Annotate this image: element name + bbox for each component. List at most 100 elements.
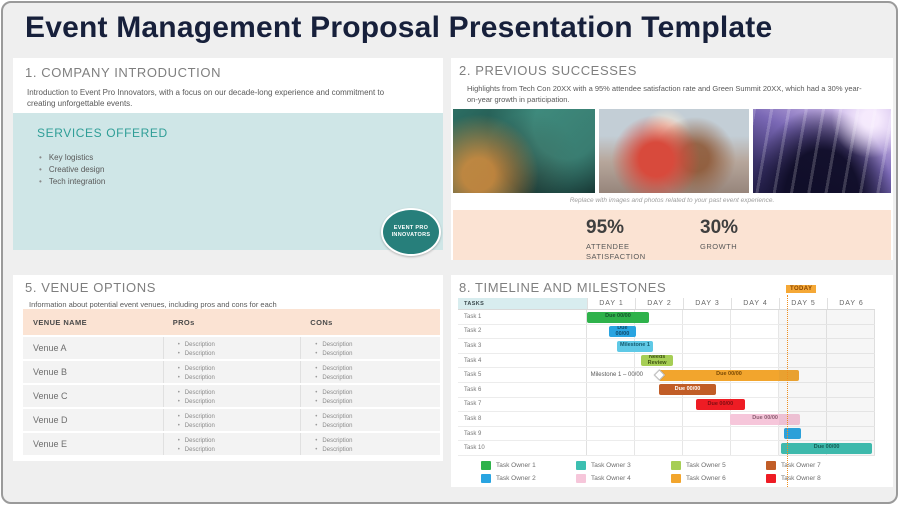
venue-cons-cell: DescriptionDescription bbox=[300, 361, 440, 383]
venue-col-header: CONs bbox=[300, 318, 440, 327]
venue-row: Venue ADescriptionDescriptionDescription… bbox=[23, 335, 440, 359]
venue-description: Description bbox=[315, 422, 440, 431]
legend-swatch-icon bbox=[576, 461, 586, 470]
gantt-task-label: Task 10 bbox=[458, 441, 587, 455]
gantt-row: Task 2Due 00/00 bbox=[458, 325, 875, 340]
gantt-day-headers: DAY 1DAY 2DAY 3DAY 4DAY 5DAY 6 bbox=[587, 298, 875, 309]
gantt-bar-area: Due 00/00 bbox=[587, 383, 875, 397]
venue-description: Description bbox=[178, 365, 301, 374]
venue-row: Venue EDescriptionDescriptionDescription… bbox=[23, 431, 440, 455]
company-logo-text: EVENT PRO INNOVATORS bbox=[390, 225, 432, 239]
venue-pros-cell: DescriptionDescription bbox=[163, 433, 301, 455]
venues-heading: 5. VENUE OPTIONS bbox=[25, 280, 156, 295]
venue-description: Description bbox=[315, 389, 440, 398]
venue-description: Description bbox=[315, 437, 440, 446]
legend-label: Task Owner 6 bbox=[686, 475, 726, 482]
venue-options-panel: 5. VENUE OPTIONS Information about poten… bbox=[13, 275, 443, 461]
services-offered-box: SERVICES OFFERED Key logistics Creative … bbox=[13, 113, 443, 250]
gantt-task-label: Task 6 bbox=[458, 383, 587, 397]
venue-description: Description bbox=[178, 350, 301, 359]
venue-description: Description bbox=[315, 341, 440, 350]
legend-item: Task Owner 8 bbox=[766, 472, 861, 485]
venue-row: Venue DDescriptionDescriptionDescription… bbox=[23, 407, 440, 431]
legend-swatch-icon bbox=[766, 461, 776, 470]
venue-description: Description bbox=[315, 365, 440, 374]
gantt-bar-area: Due 00/00 bbox=[587, 325, 875, 339]
photo-caption: Replace with images and photos related t… bbox=[451, 197, 893, 204]
venue-cons-cell: DescriptionDescription bbox=[300, 409, 440, 431]
gantt-row: Task 8Due 00/00 bbox=[458, 412, 875, 427]
venue-pros-cell: DescriptionDescription bbox=[163, 385, 301, 407]
service-item: Creative design bbox=[39, 165, 105, 174]
stats-box: 95% ATTENDEE SATISFACTION 30% GROWTH bbox=[453, 210, 891, 260]
gantt-day-header: DAY 6 bbox=[827, 298, 875, 309]
gantt-bar: Due 00/00 bbox=[781, 443, 872, 454]
gantt-bar-area: Needs Review bbox=[587, 354, 875, 368]
venue-cons-cell: DescriptionDescription bbox=[300, 385, 440, 407]
company-logo-badge: EVENT PRO INNOVATORS bbox=[381, 208, 441, 256]
venue-name: Venue E bbox=[23, 433, 163, 455]
gantt-row: Task 4Needs Review bbox=[458, 354, 875, 369]
gantt-task-label: Task 9 bbox=[458, 427, 587, 441]
gantt-bar-area: Due 00/00 bbox=[587, 398, 875, 412]
gantt-task-label: Task 2 bbox=[458, 325, 587, 339]
venue-row: Venue BDescriptionDescriptionDescription… bbox=[23, 359, 440, 383]
gantt-chart: TASKS DAY 1DAY 2DAY 3DAY 4DAY 5DAY 6 Tas… bbox=[458, 298, 875, 456]
gantt-bar: Due 00/00 bbox=[696, 399, 745, 410]
gantt-legend: Task Owner 1Task Owner 2Task Owner 3Task… bbox=[481, 459, 861, 485]
timeline-heading: 8. TIMELINE AND MILESTONES bbox=[459, 280, 666, 295]
company-introduction-panel: 1. COMPANY INTRODUCTION Introduction to … bbox=[13, 58, 443, 250]
page-title: Event Management Proposal Presentation T… bbox=[25, 11, 772, 45]
venue-name: Venue D bbox=[23, 409, 163, 431]
gantt-day-header: DAY 2 bbox=[635, 298, 683, 309]
service-item: Key logistics bbox=[39, 153, 105, 162]
gantt-bar-area: Milestone 1 bbox=[587, 339, 875, 353]
gantt-task-label: Task 7 bbox=[458, 398, 587, 412]
venue-description: Description bbox=[178, 389, 301, 398]
venue-pros-cell: DescriptionDescription bbox=[163, 337, 301, 359]
event-photo-strip bbox=[453, 109, 891, 193]
venue-table: VENUE NAME PROs CONs Venue ADescriptionD… bbox=[23, 309, 440, 455]
legend-label: Task Owner 2 bbox=[496, 475, 536, 482]
company-body: Introduction to Event Pro Innovators, wi… bbox=[27, 87, 405, 109]
venue-col-header: PROs bbox=[163, 318, 301, 327]
stat-label: GROWTH bbox=[700, 242, 786, 252]
gantt-bar-area bbox=[587, 427, 875, 441]
services-list: Key logistics Creative design Tech integ… bbox=[39, 153, 105, 189]
event-photo-concert-stage bbox=[753, 109, 891, 193]
venue-description: Description bbox=[178, 374, 301, 383]
venue-name: Venue C bbox=[23, 385, 163, 407]
gantt-tasks-header: TASKS bbox=[458, 298, 587, 309]
legend-swatch-icon bbox=[481, 461, 491, 470]
slide-card: Event Management Proposal Presentation T… bbox=[1, 1, 898, 504]
event-photo-party-crowd bbox=[453, 109, 595, 193]
venue-pros-cell: DescriptionDescription bbox=[163, 409, 301, 431]
stat-growth: 30% GROWTH bbox=[700, 217, 786, 252]
services-heading: SERVICES OFFERED bbox=[37, 126, 168, 140]
stat-label: ATTENDEE SATISFACTION bbox=[586, 242, 672, 262]
venue-pros-cell: DescriptionDescription bbox=[163, 361, 301, 383]
venue-cons-cell: DescriptionDescription bbox=[300, 433, 440, 455]
service-item: Tech integration bbox=[39, 177, 105, 186]
gantt-row: Task 6Due 00/00 bbox=[458, 383, 875, 398]
venue-description: Description bbox=[178, 446, 301, 455]
stat-attendee-satisfaction: 95% ATTENDEE SATISFACTION bbox=[586, 217, 672, 262]
company-heading: 1. COMPANY INTRODUCTION bbox=[25, 65, 221, 80]
successes-heading: 2. PREVIOUS SUCCESSES bbox=[459, 63, 637, 78]
gantt-milestone-text: Milestone 1 – 00/00 bbox=[591, 368, 643, 383]
gantt-bar: Due 00/00 bbox=[730, 414, 800, 425]
venue-row: Venue CDescriptionDescriptionDescription… bbox=[23, 383, 440, 407]
venue-description: Description bbox=[178, 341, 301, 350]
gantt-bar: Milestone 1 bbox=[617, 341, 653, 352]
venue-description: Description bbox=[315, 350, 440, 359]
venue-name: Venue B bbox=[23, 361, 163, 383]
gantt-task-label: Task 3 bbox=[458, 339, 587, 353]
gantt-day-header: DAY 4 bbox=[731, 298, 779, 309]
timeline-panel: 8. TIMELINE AND MILESTONES TODAY TASKS D… bbox=[451, 275, 893, 487]
stat-value: 95% bbox=[586, 217, 672, 239]
today-marker-line bbox=[787, 295, 788, 487]
gantt-bar-area: Milestone 1 – 00/00Due 00/00 bbox=[587, 368, 875, 382]
legend-swatch-icon bbox=[671, 474, 681, 483]
legend-label: Task Owner 3 bbox=[591, 462, 631, 469]
venue-cons-cell: DescriptionDescription bbox=[300, 337, 440, 359]
